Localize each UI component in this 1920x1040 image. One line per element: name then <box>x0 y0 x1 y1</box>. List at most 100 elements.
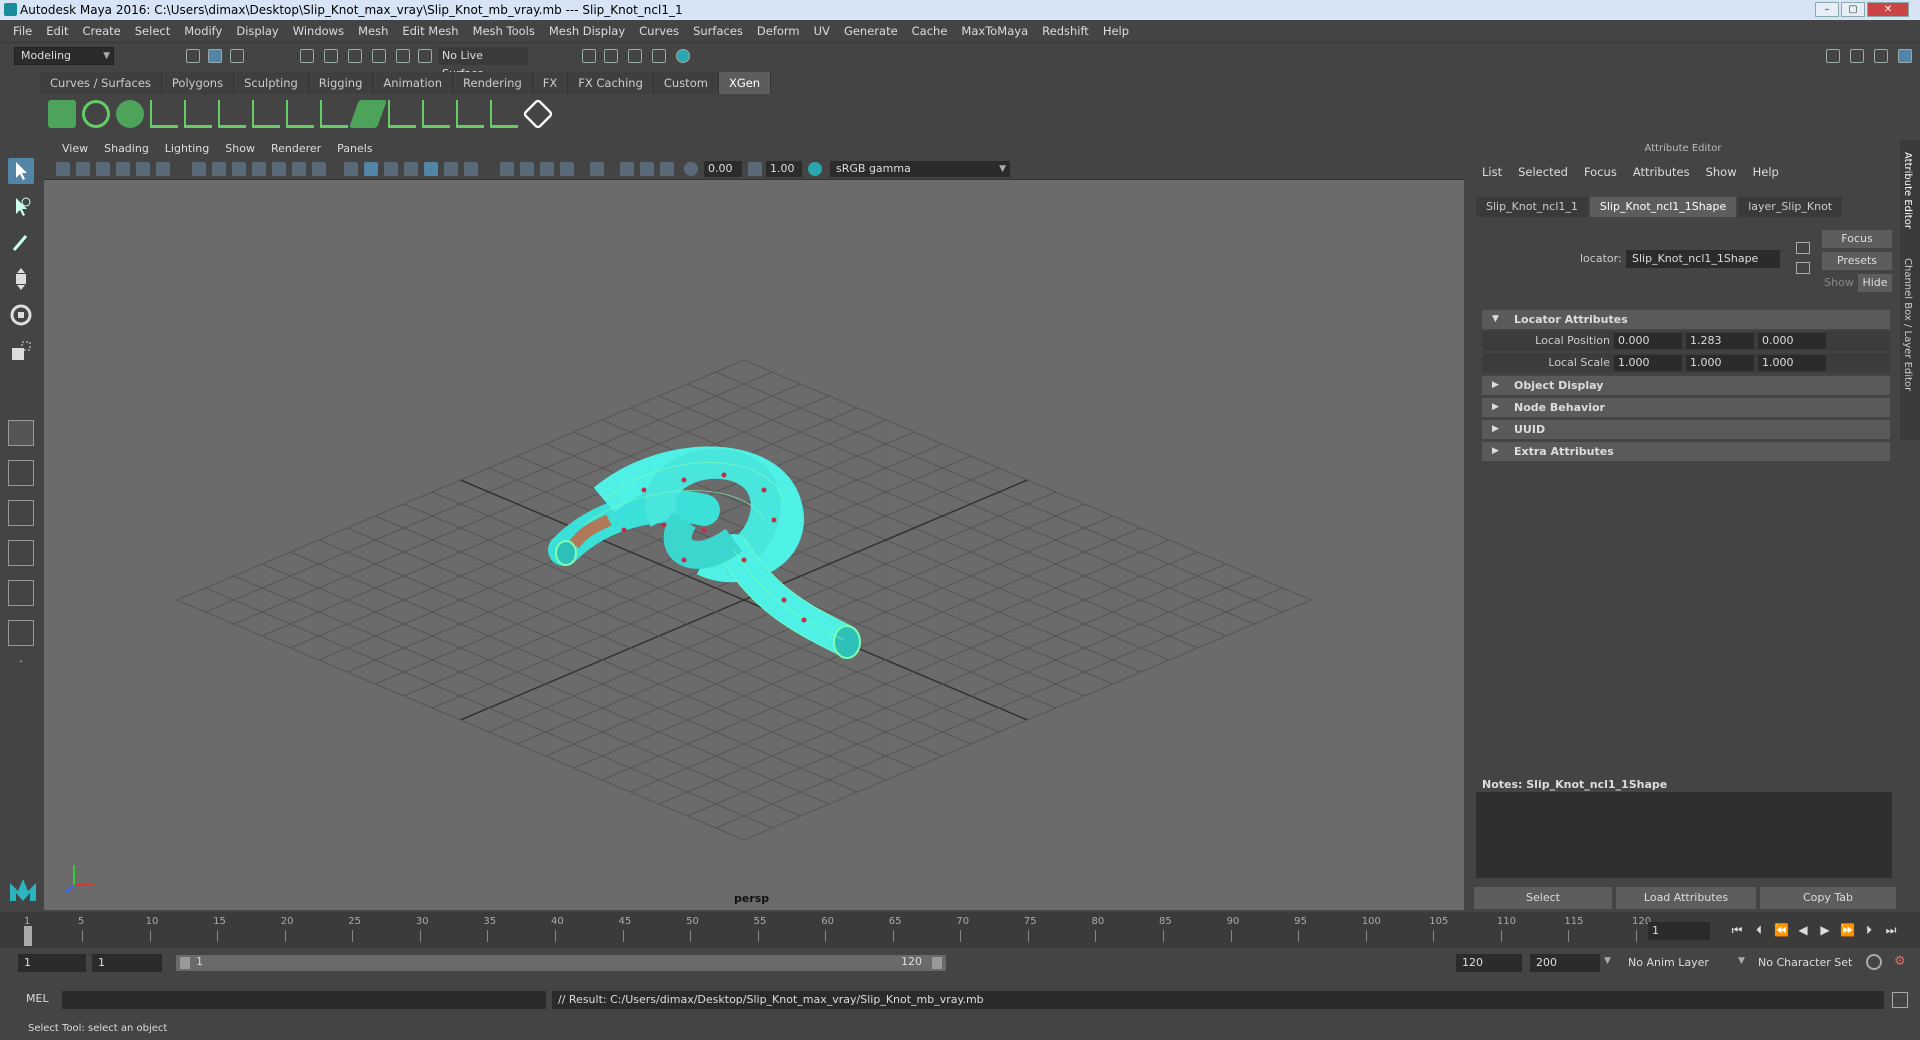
render-settings-icon[interactable] <box>628 49 642 63</box>
menu-help[interactable]: Help <box>1096 24 1136 38</box>
xgen-noise-icon[interactable] <box>422 100 450 128</box>
move-tool-icon[interactable] <box>8 266 34 292</box>
go-to-start-icon[interactable]: ⏮ <box>1730 923 1744 937</box>
menu-mesh-tools[interactable]: Mesh Tools <box>466 24 542 38</box>
go-to-end-icon[interactable]: ⏭ <box>1884 923 1898 937</box>
ipr-render-icon[interactable] <box>604 49 618 63</box>
two-d-pan-icon[interactable] <box>136 162 150 176</box>
gamma-field[interactable]: 1.00 <box>766 161 802 177</box>
view-transform-select[interactable]: sRGB gamma <box>830 161 1010 177</box>
select-object-icon[interactable] <box>208 49 222 63</box>
xgen-description-icon[interactable] <box>116 100 144 128</box>
xgen-place-icon[interactable] <box>184 100 212 128</box>
current-time-marker[interactable] <box>24 926 32 946</box>
vp-menu-show[interactable]: Show <box>217 140 263 158</box>
menu-surfaces[interactable]: Surfaces <box>686 24 750 38</box>
menu-file[interactable]: File <box>6 24 39 38</box>
step-forward-key-icon[interactable]: ⏩ <box>1840 923 1855 937</box>
shelf-tab-polygons[interactable]: Polygons <box>161 72 235 94</box>
side-tab-attribute-editor[interactable]: Attribute Editor <box>1902 152 1913 229</box>
film-gate-icon[interactable] <box>212 162 226 176</box>
go-to-output-icon[interactable] <box>1796 262 1810 274</box>
safe-title-icon[interactable] <box>312 162 326 176</box>
select-component-icon[interactable] <box>230 49 244 63</box>
menu-curves[interactable]: Curves <box>632 24 686 38</box>
isolate-select-icon[interactable] <box>590 162 604 176</box>
focus-button[interactable]: Focus <box>1822 230 1892 248</box>
persp-outliner-layout-icon[interactable] <box>8 500 34 526</box>
ae-menu-list[interactable]: List <box>1474 164 1510 180</box>
menu-redshift[interactable]: Redshift <box>1035 24 1096 38</box>
animation-start-field[interactable]: 1 <box>18 954 86 972</box>
xgen-cut-icon[interactable] <box>320 100 348 128</box>
auto-key-icon[interactable] <box>1866 954 1882 970</box>
xray-active-icon[interactable] <box>640 162 654 176</box>
depth-of-field-icon[interactable] <box>560 162 574 176</box>
anti-aliasing-icon[interactable] <box>540 162 554 176</box>
local-scale-z[interactable]: 1.000 <box>1758 355 1826 371</box>
copy-tab-button[interactable]: Copy Tab <box>1760 887 1896 909</box>
select-tool-icon[interactable] <box>8 158 34 184</box>
rotate-tool-icon[interactable] <box>8 302 34 328</box>
shelf-tab-animation[interactable]: Animation <box>373 72 454 94</box>
presets-button[interactable]: Presets <box>1822 252 1892 270</box>
playback-end-field[interactable]: 120 <box>1456 954 1522 972</box>
shelf-tab-rendering[interactable]: Rendering <box>453 72 533 94</box>
anim-layer-dropdown-icon[interactable]: ▼ <box>1604 956 1611 966</box>
shelf-tab-custom[interactable]: Custom <box>653 72 719 94</box>
shelf-tab-fx-caching[interactable]: FX Caching <box>568 72 654 94</box>
tool-settings-icon[interactable] <box>1874 49 1888 63</box>
xgen-editor-icon[interactable] <box>48 100 76 128</box>
step-back-icon[interactable]: ⏴ <box>1752 923 1766 937</box>
menu-cache[interactable]: Cache <box>905 24 955 38</box>
notes-textarea[interactable] <box>1476 792 1892 878</box>
camera-attributes-icon[interactable] <box>76 162 90 176</box>
animation-prefs-icon[interactable]: ⚙ <box>1894 954 1910 970</box>
smooth-shade-icon[interactable] <box>364 162 378 176</box>
select-button[interactable]: Select <box>1474 887 1612 909</box>
gate-mask-icon[interactable] <box>252 162 266 176</box>
four-view-layout-icon[interactable] <box>8 460 34 486</box>
single-perspective-layout-icon[interactable] <box>8 420 34 446</box>
resolution-gate-icon[interactable] <box>232 162 246 176</box>
local-position-z[interactable]: 0.000 <box>1758 333 1826 349</box>
show-button[interactable]: Show <box>1822 274 1856 292</box>
go-to-input-icon[interactable] <box>1796 242 1810 254</box>
section-object-display[interactable]: ▶ Object Display <box>1482 376 1890 395</box>
minimize-button[interactable]: – <box>1815 2 1839 17</box>
attribute-editor-toggle-icon[interactable] <box>1898 49 1912 63</box>
hypershade-icon[interactable] <box>652 49 666 63</box>
menu-mesh-display[interactable]: Mesh Display <box>542 24 632 38</box>
ae-menu-show[interactable]: Show <box>1698 164 1745 180</box>
vp-menu-view[interactable]: View <box>54 140 96 158</box>
use-all-lights-icon[interactable] <box>444 162 458 176</box>
menu-edit[interactable]: Edit <box>39 24 75 38</box>
menu-edit-mesh[interactable]: Edit Mesh <box>395 24 465 38</box>
snap-curve-icon[interactable] <box>324 49 338 63</box>
backface-icon[interactable] <box>660 162 674 176</box>
range-end-handle[interactable] <box>932 957 942 969</box>
shelf-tab-xgen[interactable]: XGen <box>718 72 772 94</box>
channel-box-toggle-icon[interactable] <box>1850 49 1864 63</box>
shadows-icon[interactable] <box>464 162 478 176</box>
scene-canvas[interactable] <box>44 180 1464 910</box>
maximize-button[interactable]: ▢ <box>1841 2 1865 17</box>
character-set-dropdown-icon[interactable]: ▼ <box>1738 956 1745 966</box>
xray-joints-icon[interactable] <box>620 162 634 176</box>
section-locator-attributes[interactable]: ▼ Locator Attributes <box>1482 310 1890 329</box>
load-attributes-button[interactable]: Load Attributes <box>1616 887 1756 909</box>
live-surface-field[interactable]: No Live Surface <box>438 47 528 80</box>
default-material-icon[interactable] <box>384 162 398 176</box>
vp-menu-panels[interactable]: Panels <box>329 140 380 158</box>
ae-menu-help[interactable]: Help <box>1745 164 1787 180</box>
section-node-behavior[interactable]: ▶ Node Behavior <box>1482 398 1890 417</box>
snap-grid-icon[interactable] <box>300 49 314 63</box>
hypershade-layout-icon[interactable] <box>8 580 34 606</box>
ae-menu-selected[interactable]: Selected <box>1510 164 1576 180</box>
viewport-panel[interactable]: View Shading Lighting Show Renderer Pane… <box>44 140 1464 910</box>
snap-view-icon[interactable] <box>372 49 386 63</box>
ambient-occlusion-icon[interactable] <box>500 162 514 176</box>
snap-surface-icon[interactable] <box>396 49 410 63</box>
shelf-tab-sculpting[interactable]: Sculpting <box>234 72 309 94</box>
xgen-delete-icon[interactable] <box>490 100 518 128</box>
